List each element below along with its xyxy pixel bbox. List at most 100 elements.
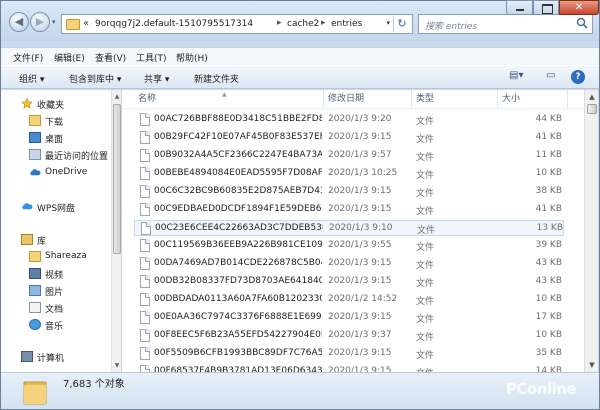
star-icon: [21, 98, 33, 109]
scroll-thumb[interactable]: [113, 104, 121, 254]
scroll-thumb[interactable]: [587, 104, 597, 114]
search-icon[interactable]: [576, 17, 588, 29]
file-row[interactable]: 00B29FC42F10E07AF45B0F83E537EF1... 2020/1…: [134, 130, 564, 146]
file-row[interactable]: 00C119569B36EEB9A226B981CE109... 2020/1/3…: [134, 238, 564, 254]
nav-onedrive[interactable]: OneDrive: [1, 165, 111, 181]
nav-downloads[interactable]: 下载: [1, 113, 111, 129]
file-type: 文件: [416, 351, 435, 361]
column-header-name[interactable]: 名称: [134, 90, 324, 108]
file-row[interactable]: 00AC726BBF88E0D3418C51BBE2FD8... 2020/1/3…: [134, 112, 564, 128]
file-list-scrollbar[interactable]: ▲ ▼: [584, 90, 598, 372]
file-date: 2020/1/3 9:57: [328, 150, 392, 160]
header-divider: [122, 108, 584, 109]
scroll-down-icon[interactable]: ▼: [587, 359, 597, 371]
file-date: 2020/1/3 10:25: [328, 168, 398, 178]
nav-desktop[interactable]: 桌面: [1, 130, 111, 146]
computer-icon: [21, 351, 33, 362]
file-row[interactable]: 00C6C32BC9B60835E2D875AEB7D43... 2020/1/3…: [134, 184, 564, 200]
nav-music[interactable]: 音乐: [1, 317, 111, 333]
maximize-button[interactable]: [533, 0, 559, 15]
file-date: 2020/1/3 9:20: [328, 114, 392, 124]
file-name: 00B29FC42F10E07AF45B0F83E537EF1...: [154, 132, 322, 142]
breadcrumb-separator-icon[interactable]: ▸: [321, 18, 326, 28]
file-row[interactable]: 00DB32B08337FD73D8703AE641840... 2020/1/3…: [134, 274, 564, 290]
menu-tools[interactable]: 工具(T): [136, 51, 167, 64]
column-header-size[interactable]: 大小: [498, 90, 568, 108]
wps-cloud-icon: [22, 203, 33, 210]
downloads-folder-icon: [29, 115, 41, 126]
file-icon: [140, 347, 150, 360]
nav-videos[interactable]: 视频: [1, 266, 111, 282]
nav-documents[interactable]: 文档: [1, 300, 111, 316]
nav-computer[interactable]: 计算机: [1, 349, 111, 365]
breadcrumb-entries[interactable]: entries: [331, 19, 362, 29]
recent-places-icon: [29, 149, 41, 160]
file-date: 2020/1/3 9:15: [328, 348, 392, 358]
nav-shareaza[interactable]: Shareaza: [1, 249, 111, 265]
view-options-icon[interactable]: ▤▾: [509, 70, 523, 81]
column-header-date[interactable]: 修改日期: [324, 90, 412, 108]
column-header-type[interactable]: 类型: [412, 90, 498, 108]
address-dropdown-icon[interactable]: ▾: [386, 19, 390, 27]
new-folder-button[interactable]: 新建文件夹: [194, 72, 239, 85]
file-row[interactable]: 00F68537F4B9B3781AD13E06D6343A... 2020/1/…: [134, 364, 564, 372]
menu-help[interactable]: 帮助(H): [176, 51, 208, 64]
file-row[interactable]: 00B9032A4A5CF2366C2247E4BA73A3... 2020/1/…: [134, 148, 564, 164]
navigation-scrollbar[interactable]: ▲ ▼: [111, 90, 121, 372]
share-button[interactable]: 共享 ▾: [144, 72, 169, 85]
address-bar[interactable]: « 9orqqg7j2.default-1510795517314 ▸ cach…: [61, 14, 413, 34]
nav-recent-places[interactable]: 最近访问的位置: [1, 147, 111, 163]
preview-pane-icon[interactable]: ▭: [546, 70, 555, 81]
menu-file[interactable]: 文件(F): [13, 51, 43, 64]
file-date: 2020/1/3 9:15: [328, 276, 392, 286]
file-row[interactable]: 00DA7469AD7B014CDE226878C5B04... 2020/1/3…: [134, 256, 564, 272]
file-type: 文件: [416, 243, 435, 253]
file-icon: [140, 293, 150, 306]
file-row[interactable]: 00C23E6CEE4C22663AD3C7DDEB538... 2020/1/3…: [134, 220, 564, 236]
file-icon: [140, 185, 150, 198]
minimize-button[interactable]: [506, 0, 533, 15]
menu-edit[interactable]: 编辑(E): [54, 51, 85, 64]
organize-button[interactable]: 组织 ▾: [19, 72, 44, 85]
file-name: 00C119569B36EEB9A226B981CE109...: [154, 240, 322, 250]
refresh-icon[interactable]: ↻: [393, 16, 410, 32]
folder-icon: [66, 19, 80, 30]
breadcrumb-cache2[interactable]: cache2: [287, 19, 319, 29]
file-size: 41 KB: [535, 132, 562, 142]
file-name: 00C6C32BC9B60835E2D875AEB7D43...: [154, 186, 322, 196]
scroll-down-icon[interactable]: ▼: [113, 361, 121, 370]
file-row[interactable]: 00C9EDBAED0DCDF1894F1E59DEB66... 2020/1/3…: [134, 202, 564, 218]
breadcrumb-separator-icon[interactable]: ▸: [277, 18, 282, 28]
help-icon[interactable]: ?: [571, 70, 585, 84]
file-date: 2020/1/3 9:15: [328, 258, 392, 268]
file-row[interactable]: 00F8EEC5F6B23A55EFD54227904E0F... 2020/1/…: [134, 328, 564, 344]
menu-view[interactable]: 查看(V): [95, 51, 126, 64]
recent-pages-dropdown[interactable]: ▾: [52, 18, 56, 26]
scroll-up-icon[interactable]: ▲: [113, 92, 121, 101]
nav-favorites[interactable]: 收藏夹: [1, 96, 111, 112]
address-overflow-chevron[interactable]: «: [83, 18, 89, 29]
scroll-up-icon[interactable]: ▲: [587, 91, 597, 103]
file-row[interactable]: 00BEBE4894084E0EAD5595F7D08AF0... 2020/1/…: [134, 166, 564, 182]
forward-button[interactable]: ▶: [30, 12, 50, 32]
file-row[interactable]: 00E0AA36C7974C3376F6888E1E699B... 2020/1/…: [134, 310, 564, 326]
file-size: 43 KB: [535, 258, 562, 268]
breadcrumb-profile[interactable]: 9orqqg7j2.default-1510795517314: [95, 19, 253, 29]
file-date: 2020/1/3 9:10: [329, 223, 393, 233]
search-box[interactable]: 搜索 entries: [418, 14, 593, 34]
nav-wps-drive[interactable]: WPS网盘: [1, 199, 111, 215]
shareaza-folder-icon: [29, 251, 41, 262]
file-type: 文件: [416, 261, 435, 271]
search-placeholder[interactable]: 搜索 entries: [425, 19, 477, 32]
nav-pictures[interactable]: 图片: [1, 283, 111, 299]
file-name: 00DBDADA0113A60A7FA60B1202330...: [154, 294, 322, 304]
file-row[interactable]: 00F5509B6CFB1993BBC89DF7C76A5... 2020/1/3…: [134, 346, 564, 362]
close-button[interactable]: ✕: [559, 0, 599, 15]
file-size: 11 KB: [535, 150, 562, 160]
back-button[interactable]: ◀: [9, 12, 29, 32]
documents-icon: [29, 302, 41, 313]
file-row[interactable]: 00DBDADA0113A60A7FA60B1202330... 2020/1/2…: [134, 292, 564, 308]
include-in-library-button[interactable]: 包含到库中 ▾: [69, 72, 121, 85]
nav-libraries[interactable]: 库: [1, 232, 111, 248]
explorer-window: ◀ ▶ ▾ « 9orqqg7j2.default-1510795517314 …: [0, 0, 600, 410]
